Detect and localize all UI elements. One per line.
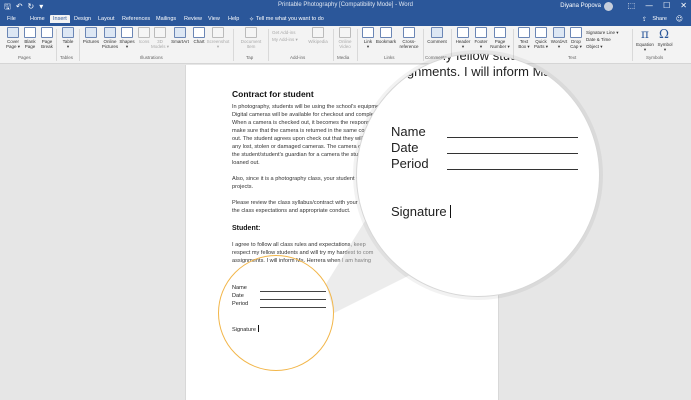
magnifier-lens: my fellow stud ssignments. I will inform… — [356, 53, 600, 297]
zoomed-line: ssignments. I will inform Ms. — [391, 64, 554, 79]
zoomed-period-line — [447, 169, 578, 170]
zoomed-period-label: Period — [391, 156, 429, 171]
word-window: 🖫 ↶ ↻ ▾ Printable Photography [Compatibi… — [0, 0, 691, 400]
zoomed-text-cursor — [449, 205, 452, 218]
zoomed-date-line — [447, 153, 578, 154]
magnifier-source-circle — [218, 255, 334, 371]
zoomed-signature-field: Signature — [391, 204, 452, 219]
zoomed-signature-label: Signature — [391, 204, 447, 219]
zoomed-date-label: Date — [391, 140, 419, 155]
zoomed-name-line — [447, 137, 578, 138]
zoomed-line: my fellow stud — [435, 53, 518, 63]
zoomed-name-label: Name — [391, 124, 426, 139]
